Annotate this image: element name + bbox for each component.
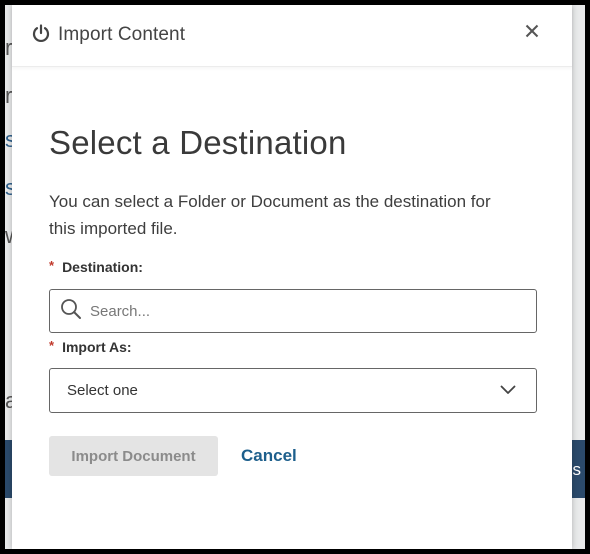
background-band-text: s (572, 460, 582, 479)
required-marker: * (49, 257, 55, 273)
description-text: You can select a Folder or Document as t… (49, 192, 491, 238)
import-content-modal: Import Content Select a Destination You … (12, 5, 572, 549)
modal-header: Import Content (12, 5, 572, 67)
required-marker: * (49, 337, 55, 353)
page-title: Select a Destination (49, 124, 347, 161)
chevron-down-icon (500, 382, 516, 399)
import-as-select[interactable]: Select one (49, 368, 537, 413)
modal-body: Select a Destination You can select a Fo… (49, 67, 537, 476)
cancel-link[interactable]: Cancel (241, 446, 297, 466)
import-as-selected-value: Select one (67, 382, 138, 399)
destination-label-text: Destination: (62, 259, 143, 275)
close-icon (525, 24, 539, 43)
import-document-button[interactable]: Import Document (49, 436, 218, 476)
power-icon (30, 23, 52, 45)
destination-search-input[interactable] (90, 302, 510, 320)
import-as-label-text: Import As: (62, 339, 132, 355)
destination-search-field[interactable] (49, 289, 537, 333)
modal-title: Import Content (58, 23, 186, 45)
search-icon (60, 298, 82, 325)
modal-actions: Import Document Cancel (49, 436, 537, 476)
import-as-label: * Import As: (49, 337, 537, 356)
close-button[interactable] (520, 21, 544, 45)
destination-label: * Destination: (49, 257, 537, 276)
